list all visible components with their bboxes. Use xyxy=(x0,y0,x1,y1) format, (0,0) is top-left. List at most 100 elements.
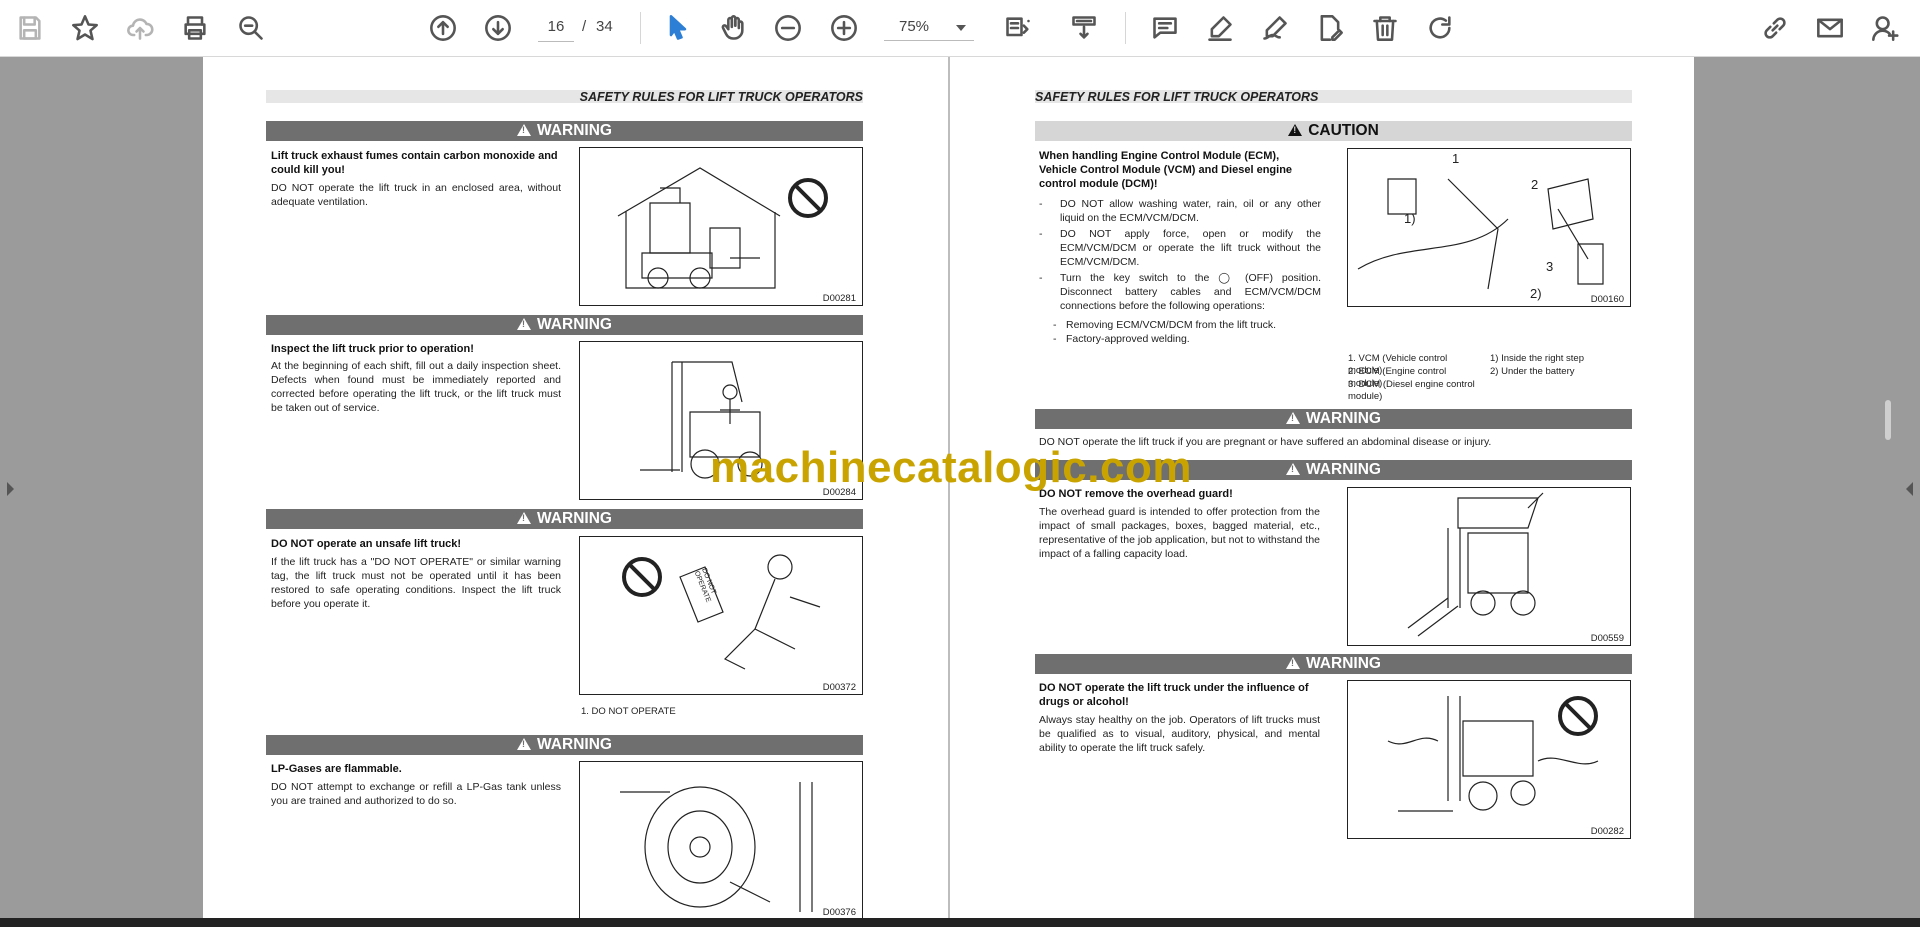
lp-gas-tank-illustration xyxy=(620,782,813,912)
email-icon[interactable] xyxy=(1812,10,1848,46)
previous-page-icon[interactable] xyxy=(425,10,461,46)
account-icon[interactable] xyxy=(1867,10,1903,46)
warning-band: WARNING xyxy=(266,735,863,755)
caution-triangle-icon xyxy=(1288,124,1303,136)
figure-code: D00372 xyxy=(822,682,856,693)
bookmark-star-icon[interactable] xyxy=(67,10,103,46)
warning-band: WARNING xyxy=(266,315,863,335)
band-label: WARNING xyxy=(1306,461,1381,478)
taskbar-edge xyxy=(0,918,1920,927)
page-separator: / xyxy=(582,18,587,35)
scroll-mode-icon[interactable] xyxy=(1066,10,1102,46)
toolbar-divider xyxy=(1125,12,1126,44)
callout-3: 3 xyxy=(1546,259,1554,274)
figure-code: D00376 xyxy=(822,907,856,918)
cloud-upload-icon[interactable] xyxy=(122,10,158,46)
next-page-icon[interactable] xyxy=(480,10,516,46)
page-number-input[interactable]: 16 xyxy=(538,13,574,42)
watermark-text: machinecatalogic.com xyxy=(710,443,1192,492)
band-label: WARNING xyxy=(537,510,612,527)
zoom-out-icon[interactable] xyxy=(770,10,806,46)
warning-triangle-icon xyxy=(517,512,532,524)
bullet-dash: - xyxy=(1039,228,1043,240)
find-zoom-icon[interactable] xyxy=(233,10,269,46)
forklift-in-garage-illustration xyxy=(617,167,828,289)
warning-triangle-icon xyxy=(1286,412,1301,424)
band-label: WARNING xyxy=(537,122,612,139)
band-label: WARNING xyxy=(1306,410,1381,427)
section-heading: DO NOT operate the lift truck under the … xyxy=(1039,682,1309,708)
warning-band: WARNING xyxy=(1035,654,1632,674)
highlight-icon[interactable] xyxy=(1202,10,1238,46)
figure-drugs-alcohol: D00282 xyxy=(1347,680,1631,839)
warning-band: WARNING xyxy=(1035,409,1632,429)
zoom-in-icon[interactable] xyxy=(826,10,862,46)
comment-icon[interactable] xyxy=(1147,10,1183,46)
toolbar: 16 / 34 75% xyxy=(0,0,1920,57)
warning-triangle-icon xyxy=(1286,657,1301,669)
delete-icon[interactable] xyxy=(1367,10,1403,46)
legend-item: 3. DCM (Diesel engine control module) xyxy=(1348,379,1475,402)
hand-pan-icon[interactable] xyxy=(715,10,751,46)
sign-icon[interactable] xyxy=(1257,10,1293,46)
warning-triangle-icon xyxy=(517,318,532,330)
warning-band: WARNING xyxy=(266,509,863,529)
toolbar-divider xyxy=(640,12,641,44)
band-label: WARNING xyxy=(537,316,612,333)
sub-bullet-text: Removing ECM/VCM/DCM from the lift truck… xyxy=(1066,319,1277,331)
bullet-dash: - xyxy=(1039,198,1043,210)
callout-1-paren: 1) xyxy=(1404,211,1416,226)
zoom-value: 75% xyxy=(899,18,930,35)
rotate-icon[interactable] xyxy=(1422,10,1458,46)
page-fit-icon[interactable] xyxy=(1000,10,1036,46)
edit-pdf-icon[interactable] xyxy=(1312,10,1348,46)
figure-overhead-guard: D00559 xyxy=(1347,487,1631,646)
bullet-text: Turn the key switch to the ◯ (OFF) posit… xyxy=(1060,272,1321,312)
warning-triangle-icon xyxy=(517,124,532,136)
section-body: DO NOT attempt to exchange or refill a L… xyxy=(271,781,561,807)
warning-band: WARNING xyxy=(266,121,863,141)
share-link-icon[interactable] xyxy=(1757,10,1793,46)
figure-control-modules: 1 2 3 1) 2) D00160 xyxy=(1347,148,1631,307)
section-body: Always stay healthy on the job. Operator… xyxy=(1039,714,1320,754)
bullet-dash: - xyxy=(1053,319,1057,331)
ecm-vcm-dcm-location-illustration xyxy=(1357,178,1604,290)
section-heading: When handling Engine Control Module (ECM… xyxy=(1039,150,1293,190)
section-body: DO NOT operate the lift truck in an encl… xyxy=(271,182,561,208)
band-label: CAUTION xyxy=(1308,122,1379,139)
do-not-operate-tag-illustration xyxy=(622,554,821,670)
section-heading: LP-Gases are flammable. xyxy=(271,763,402,775)
left-panel-toggle-icon[interactable] xyxy=(7,482,14,496)
bullet-dash: - xyxy=(1053,333,1057,345)
section-body: If the lift truck has a "DO NOT OPERATE"… xyxy=(271,556,561,610)
impaired-operator-forklift-illustration xyxy=(1387,696,1599,812)
section-heading: DO NOT operate an unsafe lift truck! xyxy=(271,538,462,550)
figure-code: D00281 xyxy=(822,293,856,304)
section-heading: Inspect the lift truck prior to operatio… xyxy=(271,343,474,355)
save-icon[interactable] xyxy=(12,10,48,46)
legend-item: 1) Inside the right step xyxy=(1490,353,1584,364)
scrollbar-thumb[interactable] xyxy=(1885,400,1891,440)
figure-code: D00282 xyxy=(1590,826,1624,837)
figure-caption: 1. DO NOT OPERATE xyxy=(581,706,676,717)
figure-code: D00160 xyxy=(1590,294,1624,305)
right-panel-toggle-icon[interactable] xyxy=(1906,482,1913,496)
bullet-text: DO NOT allow washing water, rain, oil or… xyxy=(1060,198,1321,224)
warning-triangle-icon xyxy=(517,738,532,750)
print-icon[interactable] xyxy=(177,10,213,46)
zoom-select[interactable]: 75% xyxy=(884,13,974,41)
section-body: At the beginning of each shift, fill out… xyxy=(271,360,561,414)
section-heading: Lift truck exhaust fumes contain carbon … xyxy=(271,150,558,176)
warning-triangle-icon xyxy=(1286,463,1301,475)
figure-enclosed-area: D00281 xyxy=(579,147,863,306)
figure-code: D00559 xyxy=(1590,633,1624,644)
section-body: The overhead guard is intended to offer … xyxy=(1039,506,1320,560)
sub-bullet-text: Factory-approved welding. xyxy=(1066,333,1190,345)
callout-2-paren: 2) xyxy=(1530,286,1542,301)
select-cursor-icon[interactable] xyxy=(660,10,696,46)
total-pages: 34 xyxy=(596,18,613,35)
running-head: SAFETY RULES FOR LIFT TRUCK OPERATORS xyxy=(266,90,863,104)
legend-item: 2) Under the battery xyxy=(1490,366,1575,377)
bullet-dash: - xyxy=(1039,272,1043,284)
figure-warning-tag: DO NOT OPERATE D00372 xyxy=(579,536,863,695)
